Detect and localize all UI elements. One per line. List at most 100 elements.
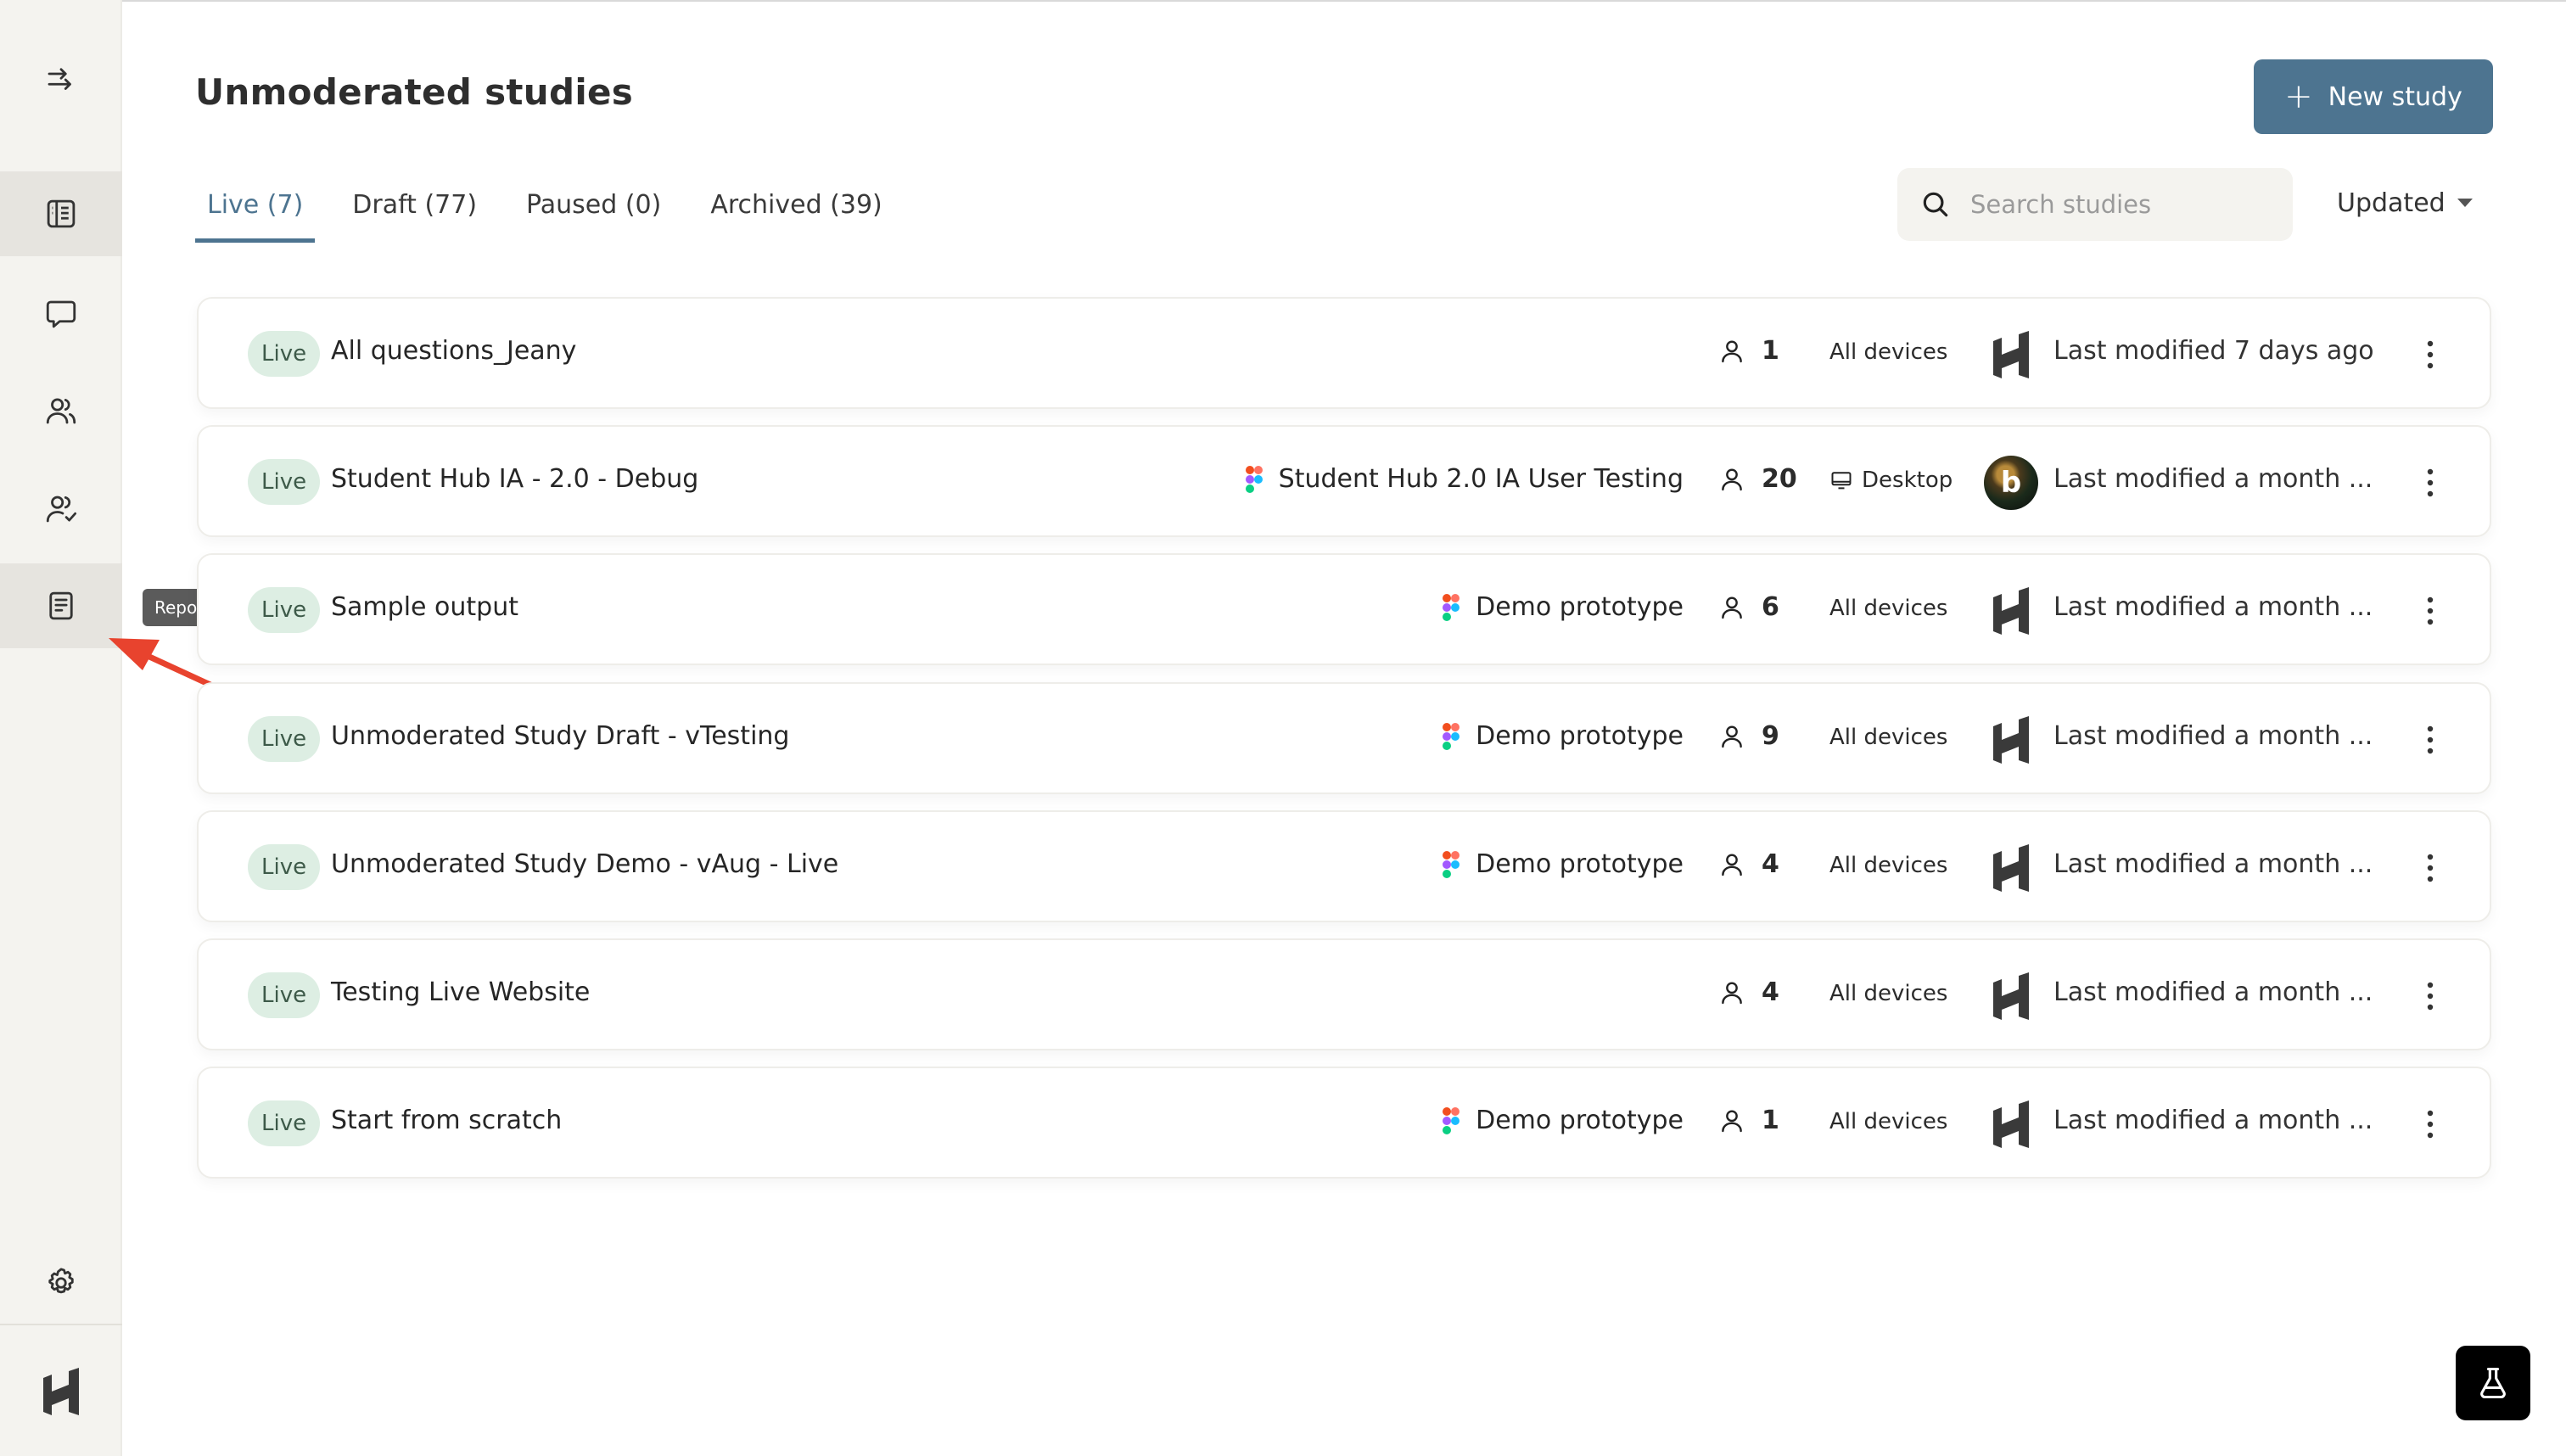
sidebar-toggle-button[interactable] bbox=[0, 37, 122, 122]
device-type: All devices bbox=[1829, 725, 1947, 750]
participant-count: 1 bbox=[1717, 336, 1779, 366]
prototype-name: Student Hub 2.0 IA User Testing bbox=[1278, 464, 1684, 494]
more-options-icon[interactable] bbox=[2413, 587, 2447, 635]
settings-button[interactable] bbox=[0, 1240, 122, 1325]
study-row[interactable]: Live Student Hub IA - 2.0 - Debug Student … bbox=[197, 425, 2491, 537]
device-type: Desktop bbox=[1829, 468, 1953, 493]
more-options-icon[interactable] bbox=[2413, 716, 2447, 764]
tab-live[interactable]: Live (7) bbox=[195, 183, 316, 243]
brand-logo[interactable] bbox=[0, 1349, 122, 1434]
participant-count-value: 9 bbox=[1762, 721, 1779, 751]
tab-paused[interactable]: Paused (0) bbox=[514, 183, 673, 243]
chevron-down-icon bbox=[2457, 199, 2473, 207]
tab-draft[interactable]: Draft (77) bbox=[340, 183, 489, 243]
figma-icon bbox=[1442, 1106, 1460, 1135]
study-title[interactable]: All questions_Jeany bbox=[331, 336, 576, 366]
prototype-link[interactable]: Demo prototype bbox=[1442, 849, 1684, 879]
participant-count-value: 4 bbox=[1762, 977, 1779, 1007]
study-title[interactable]: Student Hub IA - 2.0 - Debug bbox=[331, 464, 698, 494]
search-icon bbox=[1923, 192, 1948, 217]
status-badge: Live bbox=[248, 716, 321, 762]
search-box[interactable] bbox=[1897, 168, 2293, 241]
more-options-icon[interactable] bbox=[2413, 1100, 2447, 1148]
participant-count: 4 bbox=[1717, 849, 1779, 879]
sidebar-item-panel[interactable] bbox=[0, 467, 122, 552]
prototype-link[interactable]: Demo prototype bbox=[1442, 1106, 1684, 1135]
avatar: b bbox=[1984, 456, 2038, 510]
device-type: All devices bbox=[1829, 596, 1947, 621]
status-badge: Live bbox=[248, 331, 321, 377]
document-icon bbox=[49, 591, 73, 620]
person-icon bbox=[1717, 593, 1746, 622]
prototype-link[interactable]: Demo prototype bbox=[1442, 721, 1684, 751]
study-title[interactable]: Unmoderated Study Demo - vAug - Live bbox=[331, 849, 838, 879]
study-title[interactable]: Testing Live Website bbox=[331, 977, 590, 1007]
study-row[interactable]: Live Unmoderated Study Demo - vAug - Live… bbox=[197, 810, 2491, 922]
participant-count: 20 bbox=[1717, 464, 1797, 494]
person-icon bbox=[1717, 850, 1746, 879]
status-tabs: Live (7) Draft (77) Paused (0) Archived … bbox=[195, 183, 920, 243]
users-icon bbox=[46, 398, 76, 424]
device-label: Desktop bbox=[1862, 468, 1953, 493]
figma-icon bbox=[1442, 593, 1460, 622]
experiments-button[interactable] bbox=[2456, 1346, 2530, 1420]
more-options-icon[interactable] bbox=[2413, 972, 2447, 1020]
device-type: All devices bbox=[1829, 1109, 1947, 1134]
owner-logo-icon bbox=[1984, 841, 2038, 895]
participant-count: 4 bbox=[1717, 977, 1779, 1007]
last-modified: Last modified a month ... bbox=[2053, 977, 2373, 1007]
participant-count-value: 4 bbox=[1762, 849, 1779, 879]
status-badge: Live bbox=[248, 1100, 321, 1146]
sidebar-item-studies[interactable] bbox=[0, 171, 122, 256]
last-modified: Last modified a month ... bbox=[2053, 464, 2373, 494]
prototype-link[interactable]: Student Hub 2.0 IA User Testing bbox=[1245, 464, 1684, 494]
person-icon bbox=[1717, 465, 1746, 494]
prototype-link[interactable]: Demo prototype bbox=[1442, 592, 1684, 622]
last-modified: Last modified 7 days ago bbox=[2053, 336, 2374, 366]
arrow-right-to-line-icon bbox=[48, 68, 71, 90]
status-badge: Live bbox=[248, 459, 321, 505]
status-badge: Live bbox=[248, 972, 321, 1018]
device-label: All devices bbox=[1829, 853, 1948, 878]
device-label: All devices bbox=[1829, 596, 1948, 621]
owner-logo-icon bbox=[1984, 969, 2038, 1023]
sidebar bbox=[0, 0, 122, 1456]
more-options-icon[interactable] bbox=[2413, 459, 2447, 507]
sidebar-item-participants[interactable] bbox=[0, 368, 122, 453]
owner-logo-icon bbox=[1984, 713, 2038, 767]
more-options-icon[interactable] bbox=[2413, 844, 2447, 892]
participant-count-value: 20 bbox=[1762, 464, 1797, 494]
study-row[interactable]: Live Sample output Demo prototype 6 All devi… bbox=[197, 553, 2491, 665]
figma-icon bbox=[1245, 465, 1263, 494]
device-type: All devices bbox=[1829, 339, 1947, 365]
new-study-label: New study bbox=[2328, 81, 2462, 112]
study-row[interactable]: Live All questions_Jeany 1 All devices Last … bbox=[197, 297, 2491, 409]
monitor-icon bbox=[1829, 468, 1853, 492]
participant-count: 1 bbox=[1717, 1106, 1779, 1135]
participant-count-value: 6 bbox=[1762, 592, 1779, 622]
owner-logo-icon bbox=[1984, 584, 2038, 638]
owner-logo-icon bbox=[1984, 328, 2038, 382]
brand-logo-icon bbox=[43, 1368, 79, 1415]
device-label: All devices bbox=[1829, 339, 1948, 365]
last-modified: Last modified a month ... bbox=[2053, 592, 2373, 622]
more-options-icon[interactable] bbox=[2413, 331, 2447, 378]
person-icon bbox=[1717, 978, 1746, 1007]
device-label: All devices bbox=[1829, 981, 1948, 1006]
participant-count-value: 1 bbox=[1762, 1106, 1779, 1135]
search-input[interactable] bbox=[1970, 190, 2259, 219]
study-row[interactable]: Live Testing Live Website 4 All devices Last… bbox=[197, 938, 2491, 1050]
new-study-button[interactable]: + New study bbox=[2254, 59, 2493, 134]
tab-archived[interactable]: Archived (39) bbox=[698, 183, 894, 243]
study-row[interactable]: Live Start from scratch Demo prototype 1 All… bbox=[197, 1067, 2491, 1179]
figma-icon bbox=[1442, 850, 1460, 879]
study-title[interactable]: Sample output bbox=[331, 592, 518, 622]
study-title[interactable]: Start from scratch bbox=[331, 1106, 562, 1135]
prototype-name: Demo prototype bbox=[1476, 1106, 1684, 1135]
study-title[interactable]: Unmoderated Study Draft - vTesting bbox=[331, 721, 789, 751]
sort-dropdown[interactable]: Updated bbox=[2337, 182, 2473, 224]
sidebar-item-interviews[interactable] bbox=[0, 272, 122, 356]
last-modified: Last modified a month ... bbox=[2053, 849, 2373, 879]
study-row[interactable]: Live Unmoderated Study Draft - vTesting De… bbox=[197, 682, 2491, 794]
prototype-name: Demo prototype bbox=[1476, 721, 1684, 751]
